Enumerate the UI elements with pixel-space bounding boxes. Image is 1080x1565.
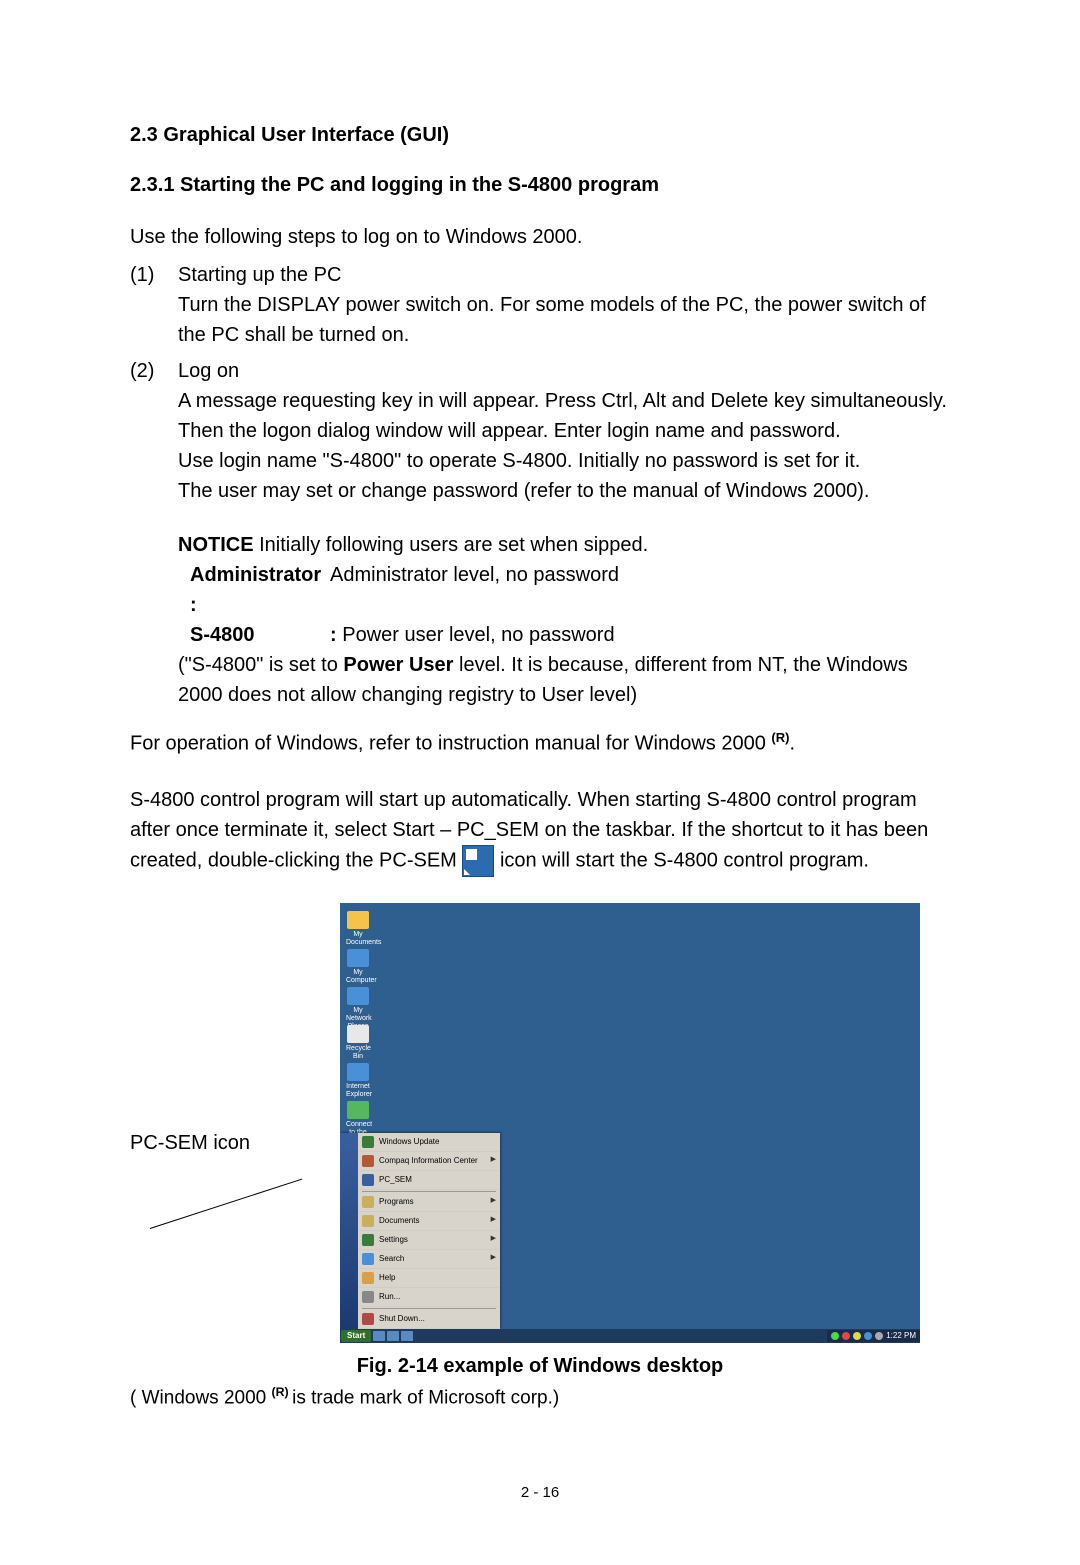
desktop-shortcut-icon[interactable]: Internet Explorer (346, 1063, 370, 1099)
windows-desktop-screenshot: My DocumentsMy ComputerMy Network Places… (340, 903, 920, 1343)
start-menu: Windows UpdateCompaq Information Center▶… (340, 1133, 500, 1329)
autostart-text: S-4800 control program will start up aut… (130, 785, 950, 877)
notice-tail: ("S-4800" is set to Power User level. It… (130, 650, 950, 710)
notice-block: NOTICE Initially following users are set… (130, 530, 950, 560)
tray-icon[interactable] (842, 1332, 850, 1340)
user-name: Administrator : (190, 560, 330, 620)
start-menu-item[interactable]: Help (340, 1269, 500, 1288)
step-text: The user may set or change password (ref… (178, 476, 950, 506)
quicklaunch-icon[interactable] (387, 1331, 399, 1341)
notice-label: NOTICE (178, 534, 254, 556)
user-row-s4800: S-4800 : Power user level, no password (130, 620, 950, 650)
menu-item-icon (362, 1215, 374, 1227)
start-menu-banner (340, 1133, 358, 1329)
step-title: Log on (178, 356, 950, 386)
submenu-arrow-icon: ▶ (491, 1234, 496, 1245)
section-heading: 2.3 Graphical User Interface (GUI) (130, 120, 950, 150)
start-menu-item[interactable]: Run... (340, 1288, 500, 1307)
clock: 1:22 PM (886, 1330, 916, 1342)
quicklaunch-icon[interactable] (401, 1331, 413, 1341)
start-menu-item[interactable]: Programs▶ (340, 1193, 500, 1212)
step-text: A message requesting key in will appear.… (178, 386, 950, 446)
tray-icon[interactable] (864, 1332, 872, 1340)
intro-text: Use the following steps to log on to Win… (130, 222, 950, 252)
user-desc: : Power user level, no password (330, 620, 615, 650)
menu-item-icon (362, 1313, 374, 1325)
menu-item-icon (362, 1234, 374, 1246)
menu-item-icon (362, 1174, 374, 1186)
taskbar: Start 1:22 PM (340, 1329, 920, 1343)
menu-item-icon (362, 1272, 374, 1284)
figure-caption: Fig. 2-14 example of Windows desktop (130, 1351, 950, 1381)
notice-text: Initially following users are set when s… (254, 534, 649, 556)
document-page: 2.3 Graphical User Interface (GUI) 2.3.1… (0, 0, 1080, 1565)
step-text: Use login name "S-4800" to operate S-480… (178, 446, 950, 476)
submenu-arrow-icon: ▶ (491, 1196, 496, 1207)
step-1: (1) Starting up the PC Turn the DISPLAY … (130, 260, 950, 350)
registered-mark: (R) (771, 730, 789, 745)
quicklaunch-icon[interactable] (373, 1331, 385, 1341)
registered-mark: (R) (272, 1385, 293, 1399)
start-menu-item[interactable]: Windows Update (340, 1133, 500, 1152)
desktop-shortcut-icon[interactable]: My Computer (346, 949, 370, 985)
system-tray: 1:22 PM (827, 1330, 920, 1342)
user-name: S-4800 (190, 620, 330, 650)
menu-item-icon (362, 1155, 374, 1167)
start-menu-item[interactable]: PC_SEM (340, 1171, 500, 1190)
step-number: (2) (130, 356, 178, 506)
step-number: (1) (130, 260, 178, 350)
tray-icon[interactable] (853, 1332, 861, 1340)
start-menu-item[interactable]: Search▶ (340, 1250, 500, 1269)
desktop-shortcut-icon[interactable]: Recycle Bin (346, 1025, 370, 1061)
user-desc: Administrator level, no password (330, 560, 619, 620)
start-menu-item[interactable]: Compaq Information Center▶ (340, 1152, 500, 1171)
step-title: Starting up the PC (178, 260, 950, 290)
start-button[interactable]: Start (341, 1330, 371, 1342)
tray-icon[interactable] (875, 1332, 883, 1340)
menu-item-icon (362, 1196, 374, 1208)
user-row-admin: Administrator : Administrator level, no … (130, 560, 950, 620)
menu-item-icon (362, 1253, 374, 1265)
step-2: (2) Log on A message requesting key in w… (130, 356, 950, 506)
subsection-heading: 2.3.1 Starting the PC and logging in the… (130, 170, 950, 200)
reference-text: For operation of Windows, refer to instr… (130, 728, 950, 759)
menu-item-icon (362, 1291, 374, 1303)
figure-pointer-label: PC-SEM icon (130, 988, 330, 1258)
start-menu-item[interactable]: Settings▶ (340, 1231, 500, 1250)
submenu-arrow-icon: ▶ (491, 1215, 496, 1226)
start-menu-item[interactable]: Shut Down... (340, 1310, 500, 1329)
tray-icon[interactable] (831, 1332, 839, 1340)
callout-line (150, 1158, 300, 1258)
start-menu-item[interactable]: Documents▶ (340, 1212, 500, 1231)
submenu-arrow-icon: ▶ (491, 1155, 496, 1166)
pc-sem-icon (462, 845, 494, 877)
figure-wrap: PC-SEM icon My DocumentsMy ComputerMy Ne… (130, 903, 950, 1343)
desktop-shortcut-icon[interactable]: My Documents (346, 911, 370, 947)
submenu-arrow-icon: ▶ (491, 1253, 496, 1264)
page-number: 2 - 16 (130, 1482, 950, 1505)
menu-item-icon (362, 1136, 374, 1148)
step-text: Turn the DISPLAY power switch on. For so… (178, 290, 950, 350)
figure-footnote: ( Windows 2000 (R) is trade mark of Micr… (130, 1383, 950, 1413)
